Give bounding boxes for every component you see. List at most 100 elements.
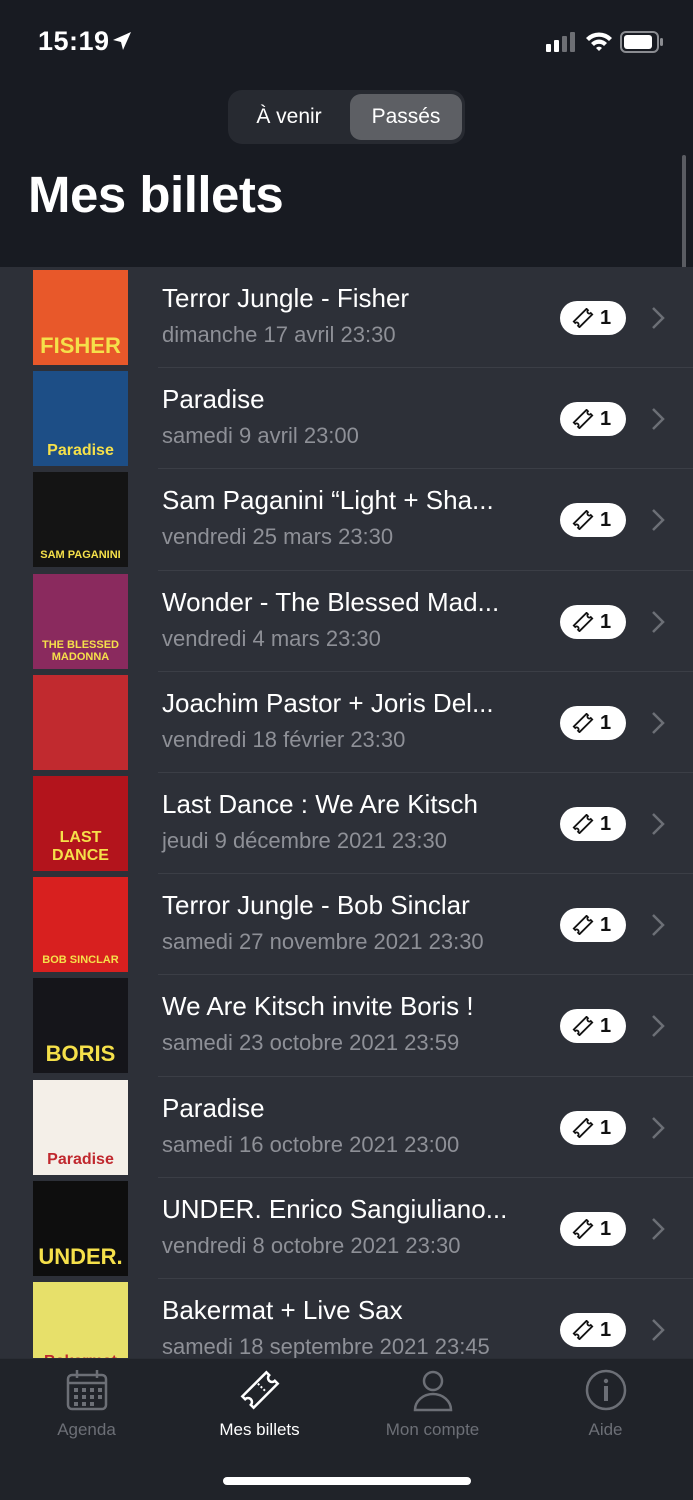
tab-help-label: Aide	[588, 1420, 623, 1439]
poster-text: THE BLESSED MADONNA	[41, 638, 119, 663]
event-poster: SAM PAGANINI	[33, 472, 128, 568]
ticket-icon	[572, 1117, 594, 1138]
ticket-row[interactable]: LAST DANCE Last Dance : We Are Kitsch je…	[0, 773, 693, 875]
tab-tickets-label: Mes billets	[219, 1420, 300, 1439]
chevron-right-icon	[652, 1015, 665, 1038]
tab-account-label: Mon compte	[385, 1420, 480, 1439]
ticket-count-badge: 1	[560, 1009, 626, 1044]
event-date: samedi 23 octobre 2021 23:59	[162, 1030, 460, 1056]
event-date: vendredi 4 mars 23:30	[162, 625, 381, 651]
ticket-row[interactable]: BORIS We Are Kitsch invite Boris ! samed…	[0, 975, 693, 1077]
ticket-row[interactable]: SAM PAGANINI Sam Paganini “Light + Sha..…	[0, 469, 693, 571]
page-title: Mes billets	[28, 166, 284, 223]
wifi-icon	[586, 32, 612, 51]
tab-agenda[interactable]: Agenda	[0, 1359, 173, 1449]
ticket-count: 1	[600, 711, 612, 734]
ticket-icon	[572, 915, 594, 936]
ticket-count-badge: 1	[560, 705, 626, 740]
ticket-icon	[572, 510, 594, 531]
ticket-icon	[572, 409, 594, 430]
ticket-icon	[240, 1370, 280, 1410]
ticket-row[interactable]: FISHER Terror Jungle - Fisher dimanche 1…	[0, 267, 693, 369]
event-poster: Bakermat	[33, 1281, 128, 1358]
status-time: 15:19	[38, 26, 110, 56]
tab-agenda-label: Agenda	[57, 1420, 116, 1439]
ticket-count-badge: 1	[560, 604, 626, 639]
event-poster: Paradise	[33, 1079, 128, 1175]
event-title: Wonder - The Blessed Mad...	[162, 586, 500, 617]
segment-past[interactable]: Passés	[350, 94, 462, 140]
ticket-count-badge: 1	[560, 1312, 626, 1347]
chevron-right-icon	[652, 1217, 665, 1240]
event-title: Joachim Pastor + Joris Del...	[162, 687, 494, 718]
poster-text: UNDER.	[38, 1243, 123, 1269]
ticket-row[interactable]: Bakermat Bakermat + Live Sax samedi 18 s…	[0, 1279, 693, 1358]
ticket-row[interactable]: UNDER. UNDER. Enrico Sangiuliano... vend…	[0, 1178, 693, 1279]
chevron-right-icon	[652, 1116, 665, 1139]
tab-account[interactable]: Mon compte	[346, 1359, 519, 1449]
event-date: vendredi 18 février 23:30	[162, 726, 406, 752]
ticket-icon	[572, 1218, 594, 1239]
segment-upcoming[interactable]: À venir	[232, 94, 346, 140]
event-title: Last Dance : We Are Kitsch	[162, 788, 478, 819]
chevron-right-icon	[652, 813, 665, 835]
poster-text: BORIS	[45, 1041, 116, 1067]
chevron-right-icon	[652, 1318, 665, 1341]
chevron-right-icon	[652, 307, 665, 329]
event-poster: BOB SINCLAR	[33, 877, 128, 973]
event-poster: UNDER.	[33, 1180, 128, 1276]
chevron-right-icon	[652, 711, 665, 734]
tickets-list: FISHER Terror Jungle - Fisher dimanche 1…	[0, 267, 693, 1358]
event-poster: THE BLESSED MADONNA	[33, 573, 128, 669]
ticket-count: 1	[600, 1318, 612, 1341]
home-indicator	[223, 1477, 471, 1485]
upcoming-past-segmented-control: À venir Passés	[228, 90, 465, 144]
ticket-count-badge: 1	[560, 301, 626, 335]
poster-text: Paradise	[47, 442, 114, 460]
ticket-count: 1	[600, 1015, 612, 1038]
ticket-count: 1	[600, 408, 612, 431]
ticket-icon	[572, 1016, 594, 1037]
ticket-icon	[572, 611, 594, 632]
event-poster	[33, 674, 128, 770]
tab-help[interactable]: Aide	[519, 1359, 692, 1449]
chevron-right-icon	[652, 408, 665, 431]
event-poster: FISHER	[33, 270, 128, 365]
ticket-count-badge: 1	[560, 1110, 626, 1145]
user-icon	[413, 1370, 453, 1412]
event-date: vendredi 8 octobre 2021 23:30	[162, 1232, 461, 1258]
event-date: samedi 16 octobre 2021 23:00	[162, 1131, 460, 1157]
tab-tickets[interactable]: Mes billets	[173, 1359, 346, 1449]
location-arrow-icon	[113, 32, 131, 50]
ticket-row[interactable]: Paradise Paradise samedi 16 octobre 2021…	[0, 1077, 693, 1178]
ticket-count: 1	[600, 812, 612, 835]
event-date: samedi 18 septembre 2021 23:45	[162, 1333, 490, 1358]
event-title: UNDER. Enrico Sangiuliano...	[162, 1193, 508, 1224]
event-poster: Paradise	[33, 371, 128, 467]
ticket-count: 1	[600, 509, 612, 532]
poster-text: SAM PAGANINI	[40, 549, 121, 562]
chevron-right-icon	[652, 914, 665, 937]
event-title: Paradise	[162, 1092, 265, 1123]
ticket-icon	[572, 712, 594, 733]
ticket-row[interactable]: THE BLESSED MADONNA Wonder - The Blessed…	[0, 571, 693, 672]
ticket-row[interactable]: Paradise Paradise samedi 9 avril 23:00 1	[0, 368, 693, 470]
event-title: Sam Paganini “Light + Sha...	[162, 485, 494, 516]
ticket-count: 1	[600, 610, 612, 633]
info-icon	[585, 1369, 627, 1411]
ticket-icon	[572, 1319, 594, 1340]
poster-text: BOB SINCLAR	[42, 954, 119, 967]
ticket-count: 1	[600, 914, 612, 937]
ticket-count-badge: 1	[560, 908, 626, 943]
ticket-icon	[572, 813, 594, 834]
ticket-row[interactable]: BOB SINCLAR Terror Jungle - Bob Sinclar …	[0, 874, 693, 976]
ticket-count: 1	[600, 1217, 612, 1240]
event-title: Paradise	[162, 384, 265, 415]
ticket-count-badge: 1	[560, 1211, 626, 1246]
ticket-row[interactable]: Joachim Pastor + Joris Del... vendredi 1…	[0, 672, 693, 773]
ticket-count-badge: 1	[560, 806, 626, 841]
poster-text: Paradise	[47, 1150, 114, 1168]
event-poster: BORIS	[33, 978, 128, 1074]
event-date: jeudi 9 décembre 2021 23:30	[162, 827, 447, 853]
status-bar: 15:19	[0, 0, 693, 84]
